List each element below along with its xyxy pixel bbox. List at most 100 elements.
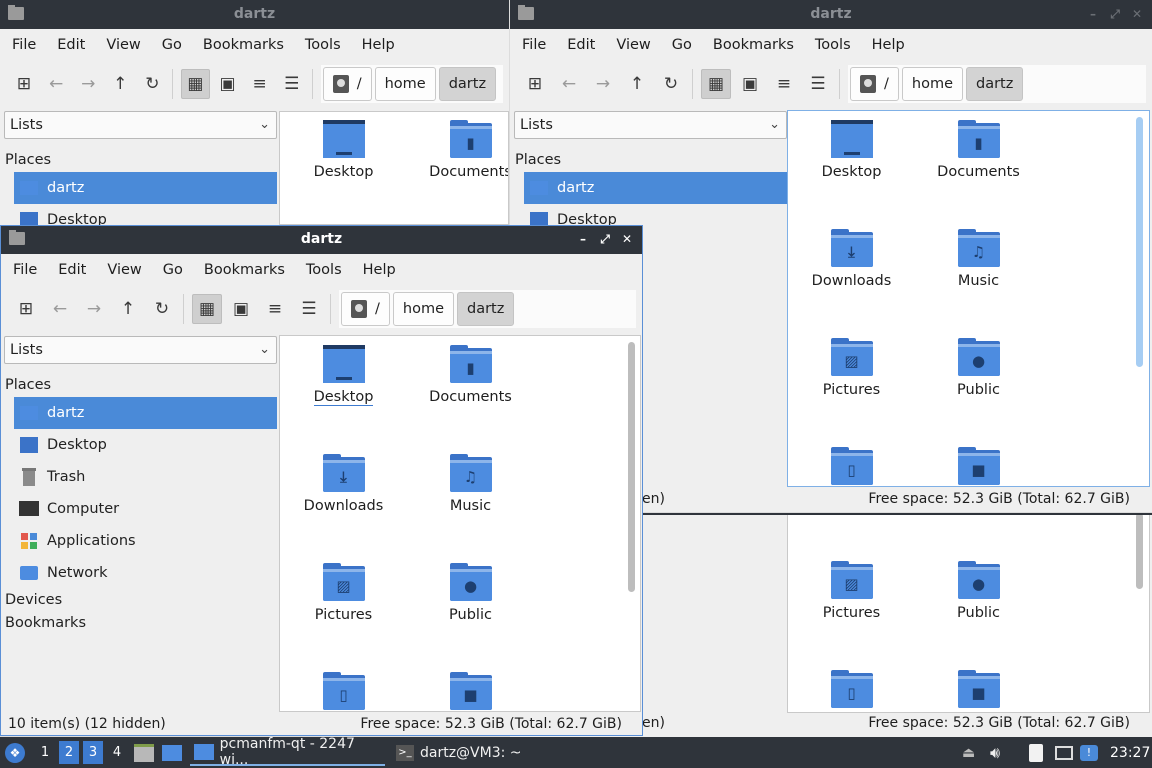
reload-icon[interactable]: ↻ (656, 69, 686, 99)
forward-arrow-icon[interactable]: → (79, 294, 109, 324)
new-tab-icon[interactable]: ⊞ (520, 69, 550, 99)
file-item-downloads[interactable]: ⤓ Downloads (788, 229, 915, 329)
minimize-icon[interactable]: – (1084, 5, 1102, 23)
up-arrow-icon[interactable]: ↑ (106, 69, 134, 99)
workspace-3[interactable]: 3 (83, 741, 103, 764)
menu-help[interactable]: Help (363, 262, 396, 278)
file-item-documents[interactable]: ▮ Documents (407, 345, 534, 445)
forward-arrow-icon[interactable]: → (588, 69, 618, 99)
back-arrow-icon[interactable]: ← (42, 69, 70, 99)
up-arrow-icon[interactable]: ↑ (113, 294, 143, 324)
menu-bookmarks[interactable]: Bookmarks (203, 37, 284, 53)
eject-icon[interactable]: ⏏ (962, 737, 975, 768)
clipboard-icon[interactable] (1029, 737, 1043, 768)
workspace-2[interactable]: 2 (59, 741, 79, 764)
menu-tools[interactable]: Tools (305, 37, 341, 53)
icon-view-icon[interactable]: ▦ (192, 294, 222, 324)
file-manager-launcher-icon[interactable] (134, 737, 154, 768)
file-item-desktop[interactable]: Desktop (788, 120, 915, 220)
icon-view-icon[interactable]: ▦ (181, 69, 210, 99)
file-item-pictures[interactable]: ▨ Pictures (788, 338, 915, 438)
menu-bookmarks[interactable]: Bookmarks (204, 262, 285, 278)
side-pane-mode-select[interactable]: Lists ⌄ (4, 111, 277, 139)
side-pane-mode-select[interactable]: Lists ⌄ (4, 336, 277, 364)
file-item-templates[interactable]: ▯ (788, 670, 915, 712)
breadcrumb-home[interactable]: home (392, 292, 454, 326)
folder-view[interactable]: Desktop ▮ Documents (279, 111, 509, 225)
breadcrumb-root[interactable]: / (322, 67, 372, 101)
maximize-icon[interactable]: ⤢ (1106, 5, 1124, 23)
file-item-pictures[interactable]: ▨ Pictures (280, 563, 407, 663)
back-arrow-icon[interactable]: ← (554, 69, 584, 99)
file-item-desktop[interactable]: Desktop (280, 345, 407, 445)
breadcrumb-home[interactable]: home (901, 67, 963, 101)
reload-icon[interactable]: ↻ (138, 69, 166, 99)
reload-icon[interactable]: ↻ (147, 294, 177, 324)
file-manager-window-front[interactable]: dartz – ⤢ ✕ File Edit View Go Bookmarks … (0, 225, 643, 736)
menu-file[interactable]: File (12, 37, 36, 53)
menu-edit[interactable]: Edit (58, 262, 86, 278)
compact-view-icon[interactable]: ≡ (769, 69, 799, 99)
menu-view[interactable]: View (106, 37, 140, 53)
file-item-documents[interactable]: ▮ Documents (915, 120, 1042, 220)
bookmarks-heading[interactable]: Bookmarks (1, 612, 279, 635)
menu-view[interactable]: View (616, 37, 650, 53)
file-item-videos[interactable]: ■ (915, 670, 1042, 712)
volume-icon[interactable]: 🔊︎ (990, 737, 1000, 768)
menu-go[interactable]: Go (162, 37, 182, 53)
file-item-templates[interactable]: ▯ (280, 672, 407, 711)
menu-edit[interactable]: Edit (567, 37, 595, 53)
thumbnail-view-icon[interactable]: ▣ (226, 294, 256, 324)
vertical-scrollbar[interactable] (1136, 515, 1143, 589)
sidebar-item-computer[interactable]: Computer (14, 493, 277, 525)
breadcrumb-dartz[interactable]: dartz (966, 67, 1024, 101)
vertical-scrollbar[interactable] (1136, 117, 1143, 367)
workspace-1[interactable]: 1 (35, 741, 55, 764)
back-arrow-icon[interactable]: ← (45, 294, 75, 324)
breadcrumb-root[interactable]: / (341, 292, 390, 326)
file-item-downloads[interactable]: ⤓ Downloads (280, 454, 407, 554)
breadcrumb-root[interactable]: / (850, 67, 899, 101)
thumbnail-view-icon[interactable]: ▣ (735, 69, 765, 99)
sidebar-item-dartz[interactable]: dartz (14, 172, 277, 204)
folder-view[interactable]: Desktop ▮ Documents ⤓ Downloads ♫ Music … (279, 335, 641, 712)
clock[interactable]: 23:27 (1110, 737, 1150, 768)
workspace-4[interactable]: 4 (107, 741, 127, 764)
sidebar-item-network[interactable]: Network (14, 557, 277, 589)
close-icon[interactable]: ✕ (618, 230, 636, 248)
detailed-list-view-icon[interactable]: ☰ (278, 69, 306, 99)
sidebar-item-dartz[interactable]: dartz (14, 397, 277, 429)
minimize-icon[interactable]: – (574, 230, 592, 248)
menu-help[interactable]: Help (872, 37, 905, 53)
new-tab-icon[interactable]: ⊞ (10, 69, 38, 99)
menu-help[interactable]: Help (362, 37, 395, 53)
breadcrumb-dartz[interactable]: dartz (457, 292, 515, 326)
compact-view-icon[interactable]: ≡ (246, 69, 274, 99)
update-notifier-icon[interactable]: ! (1080, 737, 1098, 768)
sidebar-item-desktop[interactable]: Desktop (14, 429, 277, 461)
file-item-public[interactable]: ● Public (915, 561, 1042, 661)
devices-heading[interactable]: Devices (1, 589, 279, 612)
sidebar-item-desktop[interactable]: Desktop (14, 204, 277, 225)
file-item-public[interactable]: ● Public (407, 563, 534, 663)
menu-file[interactable]: File (522, 37, 546, 53)
menu-edit[interactable]: Edit (57, 37, 85, 53)
menu-view[interactable]: View (107, 262, 141, 278)
file-item-videos[interactable]: ■ (407, 672, 534, 711)
breadcrumb-dartz[interactable]: dartz (438, 67, 497, 101)
task-terminal[interactable]: >_ dartz@VM3: ~ (392, 739, 532, 766)
icon-view-icon[interactable]: ▦ (701, 69, 731, 99)
close-icon[interactable]: ✕ (1128, 5, 1146, 23)
sidebar-item-applications[interactable]: Applications (14, 525, 277, 557)
file-item-music[interactable]: ♫ Music (915, 229, 1042, 329)
start-menu-icon[interactable]: ❖ (5, 737, 25, 768)
menu-go[interactable]: Go (672, 37, 692, 53)
maximize-icon[interactable]: ⤢ (596, 230, 614, 248)
file-item-music[interactable]: ♫ Music (407, 454, 534, 554)
window-titlebar[interactable]: dartz (0, 0, 509, 29)
detailed-list-view-icon[interactable]: ☰ (803, 69, 833, 99)
file-item-desktop[interactable]: Desktop (280, 120, 407, 220)
up-arrow-icon[interactable]: ↑ (622, 69, 652, 99)
compact-view-icon[interactable]: ≡ (260, 294, 290, 324)
file-item-public[interactable]: ● Public (915, 338, 1042, 438)
